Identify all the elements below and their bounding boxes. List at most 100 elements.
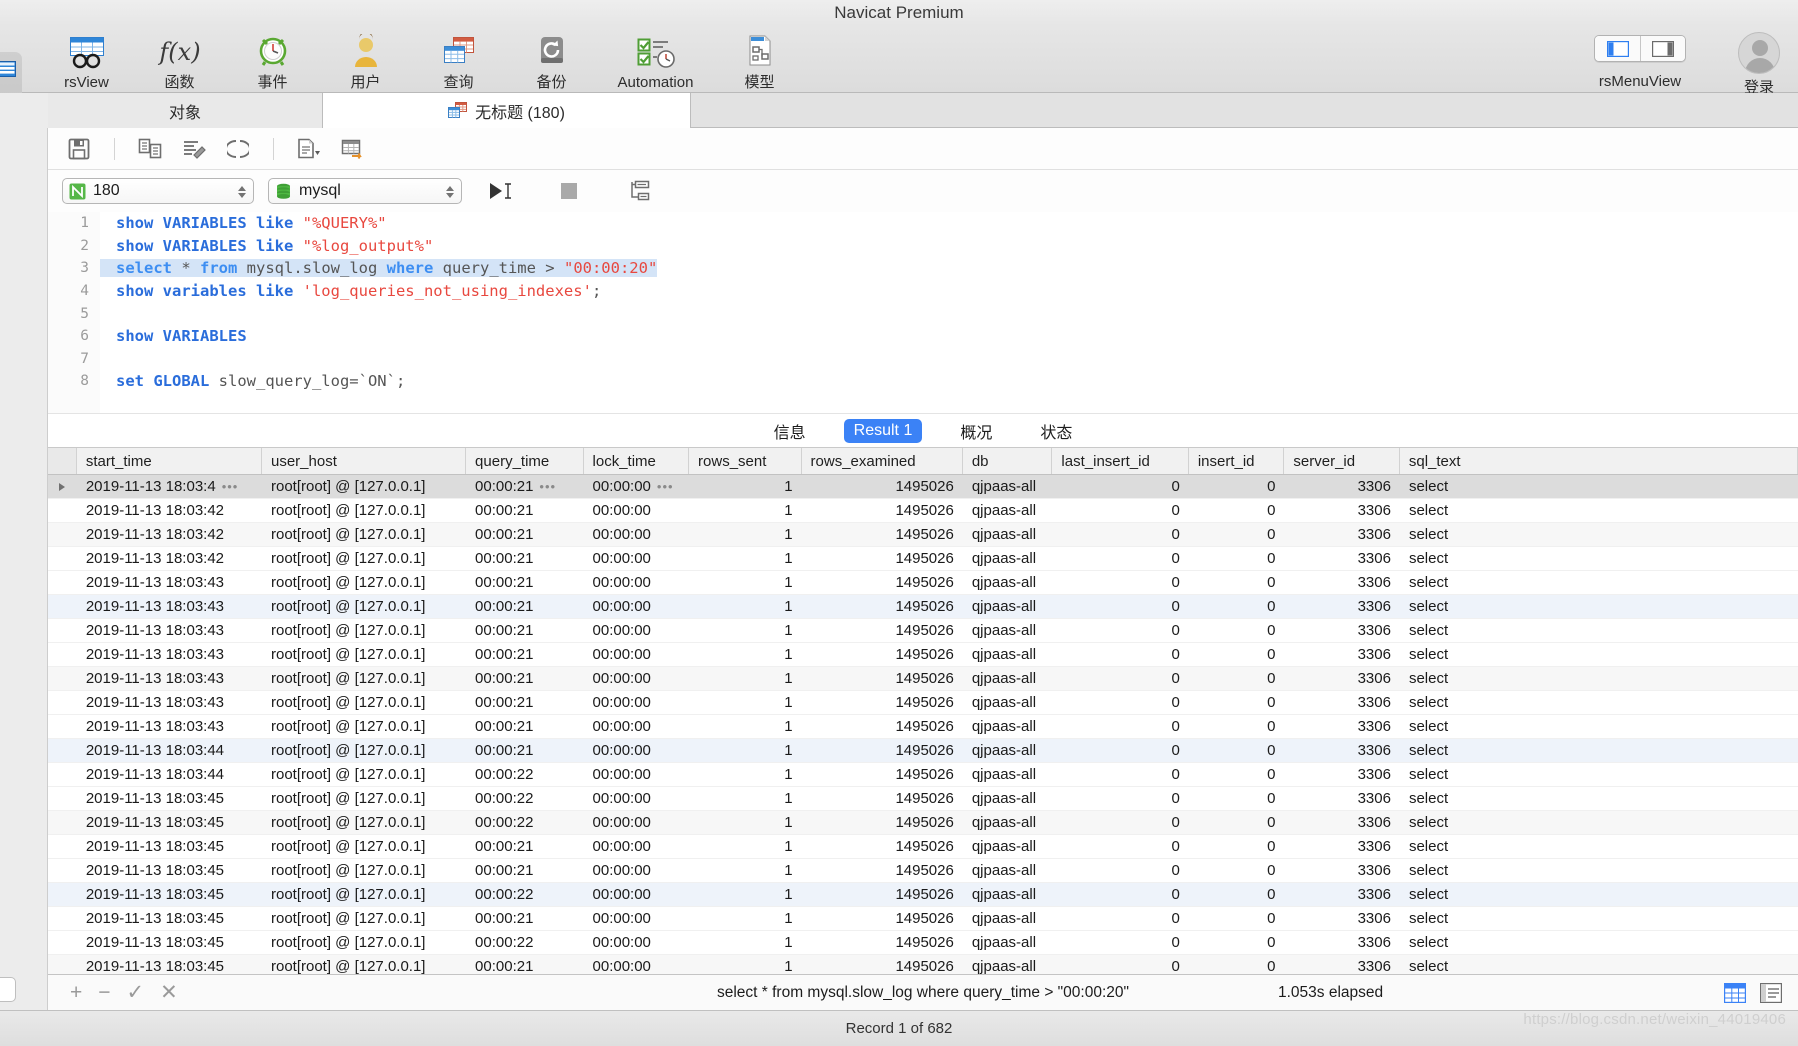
cell-start_time[interactable]: 2019-11-13 18:03:44 (77, 739, 262, 762)
cell-last_insert_id[interactable]: 0 (1052, 523, 1188, 546)
cell-start_time[interactable]: 2019-11-13 18:03:43 (77, 595, 262, 618)
row-marker[interactable] (48, 475, 77, 498)
cell-insert_id[interactable]: 0 (1189, 619, 1285, 642)
account-group[interactable]: 登录 (1738, 26, 1780, 97)
cell-db[interactable]: qjpaas-all (963, 883, 1053, 906)
cell-sql_text[interactable]: select (1400, 595, 1798, 618)
cell-start_time[interactable]: 2019-11-13 18:03:4 ••• (77, 475, 262, 498)
cell-query_time[interactable]: 00:00:21 (466, 523, 583, 546)
cell-insert_id[interactable]: 0 (1189, 595, 1285, 618)
explain-plan-icon[interactable] (624, 177, 654, 205)
table-row[interactable]: 2019-11-13 18:03:45 root[root] @ [127.0.0… (48, 955, 1798, 974)
table-row[interactable]: 2019-11-13 18:03:43 root[root] @ [127.0.0… (48, 715, 1798, 739)
cell-user_host[interactable]: root[root] @ [127.0.0.1] (262, 763, 466, 786)
table-row[interactable]: 2019-11-13 18:03:43 root[root] @ [127.0.0… (48, 667, 1798, 691)
cell-rows_sent[interactable]: 1 (689, 547, 802, 570)
cell-query_time[interactable]: 00:00:21 (466, 619, 583, 642)
cell-server_id[interactable]: 3306 (1284, 475, 1400, 498)
cell-user_host[interactable]: root[root] @ [127.0.0.1] (262, 643, 466, 666)
row-marker[interactable] (48, 715, 77, 738)
parentheses-icon[interactable] (223, 135, 253, 163)
result-tab-profile[interactable]: 概况 (950, 416, 1002, 446)
edit-in-sql-icon[interactable] (179, 135, 209, 163)
cell-server_id[interactable]: 3306 (1284, 715, 1400, 738)
cell-rows_examined[interactable]: 1495026 (802, 787, 963, 810)
toolbar-item-function[interactable]: f(x) 函数 (133, 26, 226, 92)
cell-start_time[interactable]: 2019-11-13 18:03:45 (77, 811, 262, 834)
sql-line[interactable]: 4 show variables like 'log_queries_not_us… (48, 280, 1798, 303)
cell-insert_id[interactable]: 0 (1189, 547, 1285, 570)
cell-db[interactable]: qjpaas-all (963, 691, 1053, 714)
cell-db[interactable]: qjpaas-all (963, 499, 1053, 522)
tab-objects[interactable]: 对象 (48, 93, 323, 128)
cell-last_insert_id[interactable]: 0 (1052, 883, 1188, 906)
sql-line[interactable]: 1 show VARIABLES like "%QUERY%" (48, 212, 1798, 235)
cell-last_insert_id[interactable]: 0 (1052, 595, 1188, 618)
cell-sql_text[interactable]: select (1400, 715, 1798, 738)
cell-start_time[interactable]: 2019-11-13 18:03:45 (77, 883, 262, 906)
cell-last_insert_id[interactable]: 0 (1052, 787, 1188, 810)
cell-server_id[interactable]: 3306 (1284, 763, 1400, 786)
column-header-lock_time[interactable]: lock_time (584, 448, 690, 474)
table-row[interactable]: 2019-11-13 18:03:44 root[root] @ [127.0.0… (48, 763, 1798, 787)
layout-right-panel-icon[interactable] (1640, 36, 1685, 61)
cell-db[interactable]: qjpaas-all (963, 523, 1053, 546)
cell-insert_id[interactable]: 0 (1189, 691, 1285, 714)
cell-server_id[interactable]: 3306 (1284, 811, 1400, 834)
table-row[interactable]: 2019-11-13 18:03:45 root[root] @ [127.0.0… (48, 859, 1798, 883)
cell-user_host[interactable]: root[root] @ [127.0.0.1] (262, 883, 466, 906)
cell-db[interactable]: qjpaas-all (963, 907, 1053, 930)
cell-lock_time[interactable]: 00:00:00 ••• (584, 475, 690, 498)
cell-insert_id[interactable]: 0 (1189, 883, 1285, 906)
cell-rows_sent[interactable]: 1 (689, 595, 802, 618)
cell-lock_time[interactable]: 00:00:00 (584, 763, 690, 786)
cell-sql_text[interactable]: select (1400, 523, 1798, 546)
cell-db[interactable]: qjpaas-all (963, 571, 1053, 594)
cell-lock_time[interactable]: 00:00:00 (584, 835, 690, 858)
cell-insert_id[interactable]: 0 (1189, 475, 1285, 498)
cell-rows_sent[interactable]: 1 (689, 955, 802, 974)
cell-query_time[interactable]: 00:00:21 (466, 595, 583, 618)
cell-user_host[interactable]: root[root] @ [127.0.0.1] (262, 859, 466, 882)
cell-sql_text[interactable]: select (1400, 811, 1798, 834)
cell-query_time[interactable]: 00:00:22 (466, 787, 583, 810)
cell-insert_id[interactable]: 0 (1189, 811, 1285, 834)
cell-rows_examined[interactable]: 1495026 (802, 907, 963, 930)
cell-query_time[interactable]: 00:00:21 (466, 571, 583, 594)
column-header-insert_id[interactable]: insert_id (1189, 448, 1285, 474)
cell-rows_examined[interactable]: 1495026 (802, 835, 963, 858)
cell-start_time[interactable]: 2019-11-13 18:03:43 (77, 571, 262, 594)
cell-last_insert_id[interactable]: 0 (1052, 499, 1188, 522)
cell-rows_sent[interactable]: 1 (689, 499, 802, 522)
cell-server_id[interactable]: 3306 (1284, 595, 1400, 618)
sql-line[interactable]: 5 (48, 302, 1798, 325)
cell-start_time[interactable]: 2019-11-13 18:03:45 (77, 859, 262, 882)
cell-rows_examined[interactable]: 1495026 (802, 739, 963, 762)
column-header-sql_text[interactable]: sql_text (1400, 448, 1798, 474)
cell-last_insert_id[interactable]: 0 (1052, 547, 1188, 570)
cell-rows_examined[interactable]: 1495026 (802, 883, 963, 906)
cell-sql_text[interactable]: select (1400, 787, 1798, 810)
cell-user_host[interactable]: root[root] @ [127.0.0.1] (262, 835, 466, 858)
cell-db[interactable]: qjpaas-all (963, 931, 1053, 954)
cell-rows_examined[interactable]: 1495026 (802, 475, 963, 498)
cell-insert_id[interactable]: 0 (1189, 667, 1285, 690)
cell-rows_examined[interactable]: 1495026 (802, 595, 963, 618)
left-pane-search-field[interactable] (0, 977, 16, 1002)
cell-db[interactable]: qjpaas-all (963, 475, 1053, 498)
column-header-rows_examined[interactable]: rows_examined (802, 448, 963, 474)
sql-line[interactable]: 3 select * from mysql.slow_log where quer… (48, 257, 1798, 280)
row-marker[interactable] (48, 787, 77, 810)
cell-rows_sent[interactable]: 1 (689, 739, 802, 762)
cell-user_host[interactable]: root[root] @ [127.0.0.1] (262, 691, 466, 714)
table-row[interactable]: 2019-11-13 18:03:42 root[root] @ [127.0.0… (48, 547, 1798, 571)
explain-icon[interactable] (294, 135, 324, 163)
table-row[interactable]: 2019-11-13 18:03:43 root[root] @ [127.0.0… (48, 691, 1798, 715)
table-row[interactable]: 2019-11-13 18:03:45 root[root] @ [127.0.0… (48, 835, 1798, 859)
cell-rows_sent[interactable]: 1 (689, 619, 802, 642)
cell-query_time[interactable]: 00:00:22 (466, 763, 583, 786)
row-marker[interactable] (48, 523, 77, 546)
cell-server_id[interactable]: 3306 (1284, 619, 1400, 642)
result-grid-body[interactable]: 2019-11-13 18:03:4 ••• root[root] @ [127.0… (48, 475, 1798, 974)
toolbar-item-event[interactable]: 事件 (226, 26, 319, 92)
